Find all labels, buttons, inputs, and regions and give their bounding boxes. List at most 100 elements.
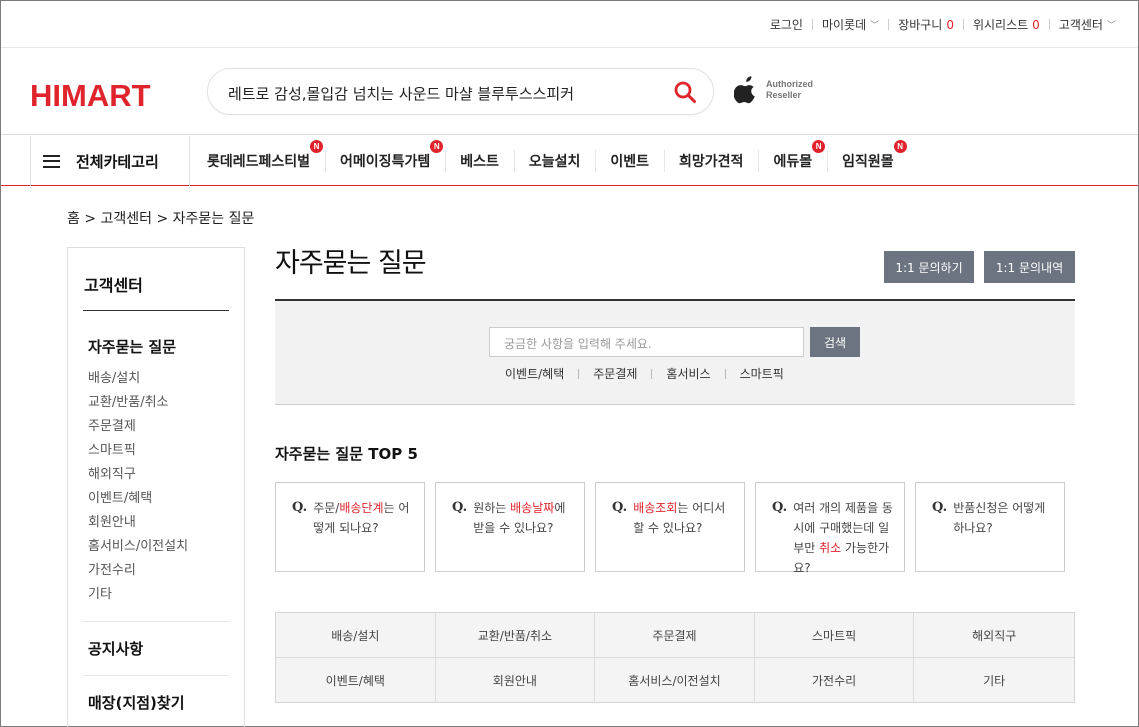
divider xyxy=(888,19,890,30)
category-smartpick[interactable]: 스마트픽 xyxy=(754,613,915,658)
header: HIMART 레트로 감성,몰입감 넘치는 사운드 마샬 블루투스스피커 Aut… xyxy=(1,49,1138,135)
q-mark: Q. xyxy=(932,500,948,515)
search-icon[interactable] xyxy=(673,80,697,104)
sidebar-item-delivery[interactable]: 배송/설치 xyxy=(88,371,188,395)
gnb-item-lotte-red-festival[interactable]: 롯데레드페스티벌 N xyxy=(192,136,325,186)
global-navigation: 전체카테고리 롯데레드페스티벌 N 어메이징특가템 N 베스트 오늘설치 이벤트 희… xyxy=(1,136,1138,186)
sidebar-item-notice[interactable]: 공지사항 xyxy=(88,638,143,659)
divider xyxy=(1048,19,1050,30)
gnb-item-employee-mall[interactable]: 임직원몰 N xyxy=(827,136,909,186)
faq-category-grid: 배송/설치 교환/반품/취소 주문결제 스마트픽 해외직구 이벤트/혜택 회원안… xyxy=(275,612,1075,703)
sidebar-item-faq[interactable]: 자주묻는 질문 xyxy=(88,336,176,357)
category-event[interactable]: 이벤트/혜택 xyxy=(276,658,436,703)
category-etc[interactable]: 기타 xyxy=(914,658,1074,703)
keyword-links: 이벤트/혜택 주문결제 홈서비스 스마트픽 xyxy=(505,365,784,382)
gnb-item-best[interactable]: 베스트 xyxy=(445,136,514,186)
divider xyxy=(83,675,229,676)
sidebar-item-store-finder[interactable]: 매장(지점)찾기 xyxy=(88,692,185,713)
top5-list: Q. 주문/배송단계는 어떻게 되나요? Q. 원하는 배송날짜에 받을 수 있… xyxy=(275,482,1075,575)
cart-link[interactable]: 장바구니 0 xyxy=(898,16,954,33)
apple-authorized-reseller: Authorized Reseller xyxy=(734,75,813,105)
q-mark: Q. xyxy=(612,500,628,515)
login-link[interactable]: 로그인 xyxy=(770,16,803,33)
mylotte-link[interactable]: 마이롯데 ﹀ xyxy=(822,16,879,33)
q-mark: Q. xyxy=(292,500,308,515)
keyword-smartpick[interactable]: 스마트픽 xyxy=(740,365,784,382)
sidebar-item-event[interactable]: 이벤트/혜택 xyxy=(88,491,188,515)
new-badge: N xyxy=(893,140,907,153)
search-input[interactable]: 레트로 감성,몰입감 넘치는 사운드 마샬 블루투스스피커 xyxy=(228,83,574,104)
all-categories-button[interactable]: 전체카테고리 xyxy=(30,136,190,186)
category-overseas[interactable]: 해외직구 xyxy=(914,613,1074,658)
faq-search-box: 궁금한 사항을 입력해 주세요. 검색 이벤트/혜택 주문결제 홈서비스 스마트… xyxy=(275,299,1075,405)
divider xyxy=(578,368,580,379)
chevron-down-icon: ﹀ xyxy=(1106,21,1116,31)
divider xyxy=(83,310,229,311)
breadcrumb: 홈 > 고객센터 > 자주묻는 질문 xyxy=(67,211,255,227)
top5-card[interactable]: Q. 원하는 배송날짜에 받을 수 있나요? xyxy=(435,482,585,572)
sidebar-item-payment[interactable]: 주문결제 xyxy=(88,419,188,443)
sidebar-item-etc[interactable]: 기타 xyxy=(88,587,188,611)
top5-card[interactable]: Q. 여러 개의 제품을 동시에 구매했는데 일부만 취소 가능한가요? xyxy=(755,482,905,575)
gnb-item-amazing-deal[interactable]: 어메이징특가템 N xyxy=(325,136,445,186)
wishlist-count: 0 xyxy=(1032,17,1040,32)
gnb-item-edumall[interactable]: 에듀몰 N xyxy=(758,136,827,186)
category-payment[interactable]: 주문결제 xyxy=(595,613,755,658)
new-badge: N xyxy=(310,140,324,153)
sidebar-faq-list: 배송/설치 교환/반품/취소 주문결제 스마트픽 해외직구 이벤트/혜택 회원안… xyxy=(88,371,188,611)
divider xyxy=(724,368,726,379)
sidebar-title[interactable]: 고객센터 xyxy=(84,272,143,296)
question-text: 주문/배송단계는 어떻게 되나요? xyxy=(313,501,410,535)
question-text: 반품신청은 어떻게 하나요? xyxy=(953,501,1046,535)
sidebar-item-member[interactable]: 회원안내 xyxy=(88,515,188,539)
main-search-bar[interactable]: 레트로 감성,몰입감 넘치는 사운드 마샬 블루투스스피커 xyxy=(207,68,714,115)
q-mark: Q. xyxy=(452,500,468,515)
question-text: 원하는 배송날짜에 받을 수 있나요? xyxy=(473,501,566,535)
top5-card[interactable]: Q. 반품신청은 어떻게 하나요? xyxy=(915,482,1065,572)
keyword-payment[interactable]: 주문결제 xyxy=(593,365,637,382)
gnb-item-quote[interactable]: 희망가견적 xyxy=(664,136,758,186)
faq-search-input[interactable]: 궁금한 사항을 입력해 주세요. xyxy=(489,327,804,357)
top5-title: 자주묻는 질문 TOP 5 xyxy=(275,445,418,463)
question-text: 여러 개의 제품을 동시에 구매했는데 일부만 취소 가능한가요? xyxy=(793,501,893,575)
q-mark: Q. xyxy=(772,500,788,515)
sidebar-item-home-service[interactable]: 홈서비스/이전설치 xyxy=(88,539,188,563)
apple-icon xyxy=(734,76,755,104)
category-member[interactable]: 회원안내 xyxy=(436,658,596,703)
sidebar: 고객센터 자주묻는 질문 배송/설치 교환/반품/취소 주문결제 스마트픽 해외… xyxy=(67,247,245,727)
himart-logo[interactable]: HIMART xyxy=(30,78,151,114)
category-exchange[interactable]: 교환/반품/취소 xyxy=(435,613,596,658)
inquiry-button[interactable]: 1:1 문의하기 xyxy=(884,251,974,283)
new-badge: N xyxy=(812,140,826,153)
hamburger-icon xyxy=(43,154,60,168)
question-text: 배송조회는 어디서 할 수 있나요? xyxy=(633,501,726,535)
gnb-menu: 롯데레드페스티벌 N 어메이징특가템 N 베스트 오늘설치 이벤트 희망가견적 에듀… xyxy=(192,136,909,186)
category-repair[interactable]: 가전수리 xyxy=(755,658,915,703)
sidebar-item-overseas[interactable]: 해외직구 xyxy=(88,467,188,491)
gnb-item-event[interactable]: 이벤트 xyxy=(595,136,664,186)
new-badge: N xyxy=(430,140,444,153)
sidebar-item-exchange[interactable]: 교환/반품/취소 xyxy=(88,395,188,419)
divider xyxy=(83,621,229,622)
chevron-down-icon: ﹀ xyxy=(870,21,880,31)
utility-bar: 로그인 마이롯데 ﹀ 장바구니 0 위시리스트 0 고객센터 ﹀ xyxy=(1,1,1138,48)
category-home-service[interactable]: 홈서비스/이전설치 xyxy=(595,658,755,703)
keyword-home-service[interactable]: 홈서비스 xyxy=(666,365,710,382)
top5-card[interactable]: Q. 배송조회는 어디서 할 수 있나요? xyxy=(595,482,745,572)
gnb-item-today-install[interactable]: 오늘설치 xyxy=(513,136,596,186)
cart-count: 0 xyxy=(946,17,954,32)
wishlist-link[interactable]: 위시리스트 0 xyxy=(973,16,1040,33)
category-delivery[interactable]: 배송/설치 xyxy=(276,613,436,658)
keyword-event[interactable]: 이벤트/혜택 xyxy=(505,365,564,382)
divider xyxy=(811,19,813,30)
inquiry-history-button[interactable]: 1:1 문의내역 xyxy=(984,251,1075,283)
faq-search-button[interactable]: 검색 xyxy=(810,327,860,357)
utility-links: 로그인 마이롯데 ﹀ 장바구니 0 위시리스트 0 고객센터 ﹀ xyxy=(770,16,1116,33)
divider xyxy=(962,19,964,30)
sidebar-item-smartpick[interactable]: 스마트픽 xyxy=(88,443,188,467)
page-title: 자주묻는 질문 xyxy=(275,248,427,279)
authorized-reseller-text: Authorized Reseller xyxy=(766,79,813,100)
sidebar-item-repair[interactable]: 가전수리 xyxy=(88,563,188,587)
top5-card[interactable]: Q. 주문/배송단계는 어떻게 되나요? xyxy=(275,482,425,572)
customer-center-link[interactable]: 고객센터 ﹀ xyxy=(1059,16,1116,33)
